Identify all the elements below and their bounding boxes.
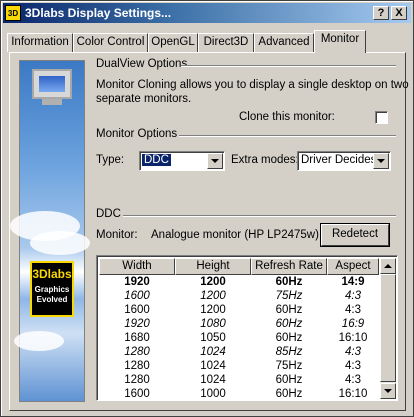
cell-aspect: 4:3 (345, 290, 361, 302)
table-row[interactable]: 1920 1080 60Hz 16:9 (99, 318, 379, 332)
cell-aspect: 16:10 (338, 332, 368, 344)
app-logo-icon: 3D (5, 5, 21, 21)
table-row[interactable]: 1280 1024 75Hz 4:3 (99, 360, 379, 374)
extra-modes-label: Extra modes: (231, 154, 299, 166)
list-rows: 1920 1200 60Hz 14:9 1600 1200 75Hz 4:3 1600 1200 6… (99, 276, 379, 400)
type-label: Type: (96, 154, 125, 166)
cell-width: 1600 (124, 388, 150, 400)
monitor-label: Monitor: (96, 229, 138, 241)
divider (181, 65, 396, 67)
scroll-up-button[interactable] (380, 258, 396, 274)
cell-height: 1024 (200, 374, 226, 386)
scroll-down-button[interactable] (380, 383, 396, 399)
cell-refresh: 85Hz (275, 346, 303, 358)
brand-logo: 3Dlabs Graphics Evolved (30, 261, 74, 317)
chevron-down-icon[interactable] (373, 153, 389, 169)
cloud-shape (14, 331, 64, 351)
clone-monitor-checkbox[interactable] (375, 111, 388, 124)
column-header-refresh-rate[interactable]: Refresh Rate (251, 258, 327, 275)
extra-modes-select[interactable]: Driver Decides (297, 151, 391, 171)
cell-aspect: 16:9 (341, 318, 365, 330)
close-button[interactable]: X (391, 6, 407, 20)
cell-width: 1680 (124, 332, 150, 344)
title-bar[interactable]: 3D 3Dlabs Display Settings... ? X (3, 3, 411, 23)
monitor-icon (30, 69, 74, 109)
cell-width: 1600 (124, 304, 150, 316)
help-button[interactable]: ? (373, 6, 389, 20)
table-row[interactable]: 1680 1050 60Hz 16:10 (99, 332, 379, 346)
cell-width: 1920 (124, 276, 150, 288)
cell-aspect: 14:9 (341, 276, 365, 288)
cell-refresh: 60Hz (275, 332, 303, 344)
cell-height: 1200 (200, 290, 226, 302)
brand-name: 3Dlabs (32, 267, 72, 281)
cell-refresh: 60Hz (275, 374, 303, 386)
chevron-down-icon[interactable] (207, 153, 223, 169)
cell-height: 1024 (200, 346, 226, 358)
brand-tagline-2: Evolved (36, 295, 68, 304)
column-header-height[interactable]: Height (175, 258, 251, 275)
divider (123, 215, 396, 217)
tab-monitor[interactable]: Monitor (314, 30, 366, 53)
cell-aspect: 4:3 (345, 374, 361, 386)
table-row[interactable]: 1600 1200 75Hz 4:3 (99, 290, 379, 304)
table-row[interactable]: 1280 1024 85Hz 4:3 (99, 346, 379, 360)
vertical-scrollbar[interactable] (380, 258, 396, 399)
tab-opengl[interactable]: OpenGL (148, 33, 198, 52)
type-select[interactable]: DDC (139, 151, 225, 171)
sky-banner-image: 3Dlabs Graphics Evolved (10, 60, 90, 402)
brand-tagline-1: Graphics (34, 285, 70, 294)
scroll-thumb[interactable] (380, 274, 396, 382)
cell-height: 1200 (200, 304, 226, 316)
tab-direct3d[interactable]: Direct3D (198, 33, 254, 52)
cell-width: 1280 (124, 360, 150, 372)
cell-refresh: 75Hz (275, 360, 303, 372)
extra-modes-value: Driver Decides (301, 154, 377, 166)
cell-refresh: 60Hz (275, 276, 303, 288)
table-row[interactable]: 1280 1024 60Hz 4:3 (99, 374, 379, 388)
cell-width: 1600 (124, 290, 150, 302)
cell-refresh: 60Hz (275, 388, 303, 400)
cell-height: 1024 (200, 360, 226, 372)
cell-height: 1000 (200, 388, 226, 400)
tab-strip: Information Color Control OpenGL Direct3… (7, 30, 407, 53)
ddc-heading: DDC (96, 208, 121, 220)
table-row[interactable]: 1920 1200 60Hz 14:9 (99, 276, 379, 290)
dualview-heading: DualView Options (96, 58, 188, 70)
cell-refresh: 60Hz (275, 318, 303, 330)
monitor-options-heading: Monitor Options (96, 128, 178, 140)
cell-height: 1080 (200, 318, 226, 330)
window-title: 3Dlabs Display Settings... (25, 6, 172, 20)
dualview-description-1: Monitor Cloning allows you to display a … (96, 79, 409, 91)
tab-color-control[interactable]: Color Control (73, 33, 148, 52)
cell-height: 1200 (200, 276, 226, 288)
table-row[interactable]: 1600 1200 60Hz 4:3 (99, 304, 379, 318)
cell-width: 1920 (124, 318, 150, 330)
cell-height: 1050 (200, 332, 226, 344)
cloud-shape (30, 231, 90, 255)
tab-advanced[interactable]: Advanced (254, 33, 314, 52)
cell-width: 1280 (124, 374, 150, 386)
divider (179, 135, 396, 137)
clone-monitor-label: Clone this monitor: (239, 111, 335, 123)
list-header: Width Height Refresh Rate Aspect (99, 258, 379, 275)
cell-aspect: 4:3 (345, 346, 361, 358)
settings-window: 3D 3Dlabs Display Settings... ? X Inform… (0, 0, 414, 417)
column-header-aspect[interactable]: Aspect (327, 258, 379, 275)
cell-aspect: 16:10 (338, 388, 368, 400)
display-modes-list[interactable]: Width Height Refresh Rate Aspect 1920 120… (96, 255, 398, 401)
cell-refresh: 60Hz (275, 304, 303, 316)
cell-refresh: 75Hz (275, 290, 303, 302)
type-value: DDC (142, 154, 171, 166)
tab-information[interactable]: Information (7, 33, 73, 52)
detected-monitor: Analogue monitor (HP LP2475w) (151, 229, 319, 241)
cell-aspect: 4:3 (345, 360, 361, 372)
cell-width: 1280 (124, 346, 150, 358)
table-row[interactable]: 1600 1000 60Hz 16:10 (99, 388, 379, 400)
column-header-width[interactable]: Width (99, 258, 175, 275)
redetect-button[interactable]: Redetect (320, 223, 390, 247)
cell-aspect: 4:3 (345, 304, 361, 316)
dualview-description-2: separate monitors. (96, 93, 192, 105)
